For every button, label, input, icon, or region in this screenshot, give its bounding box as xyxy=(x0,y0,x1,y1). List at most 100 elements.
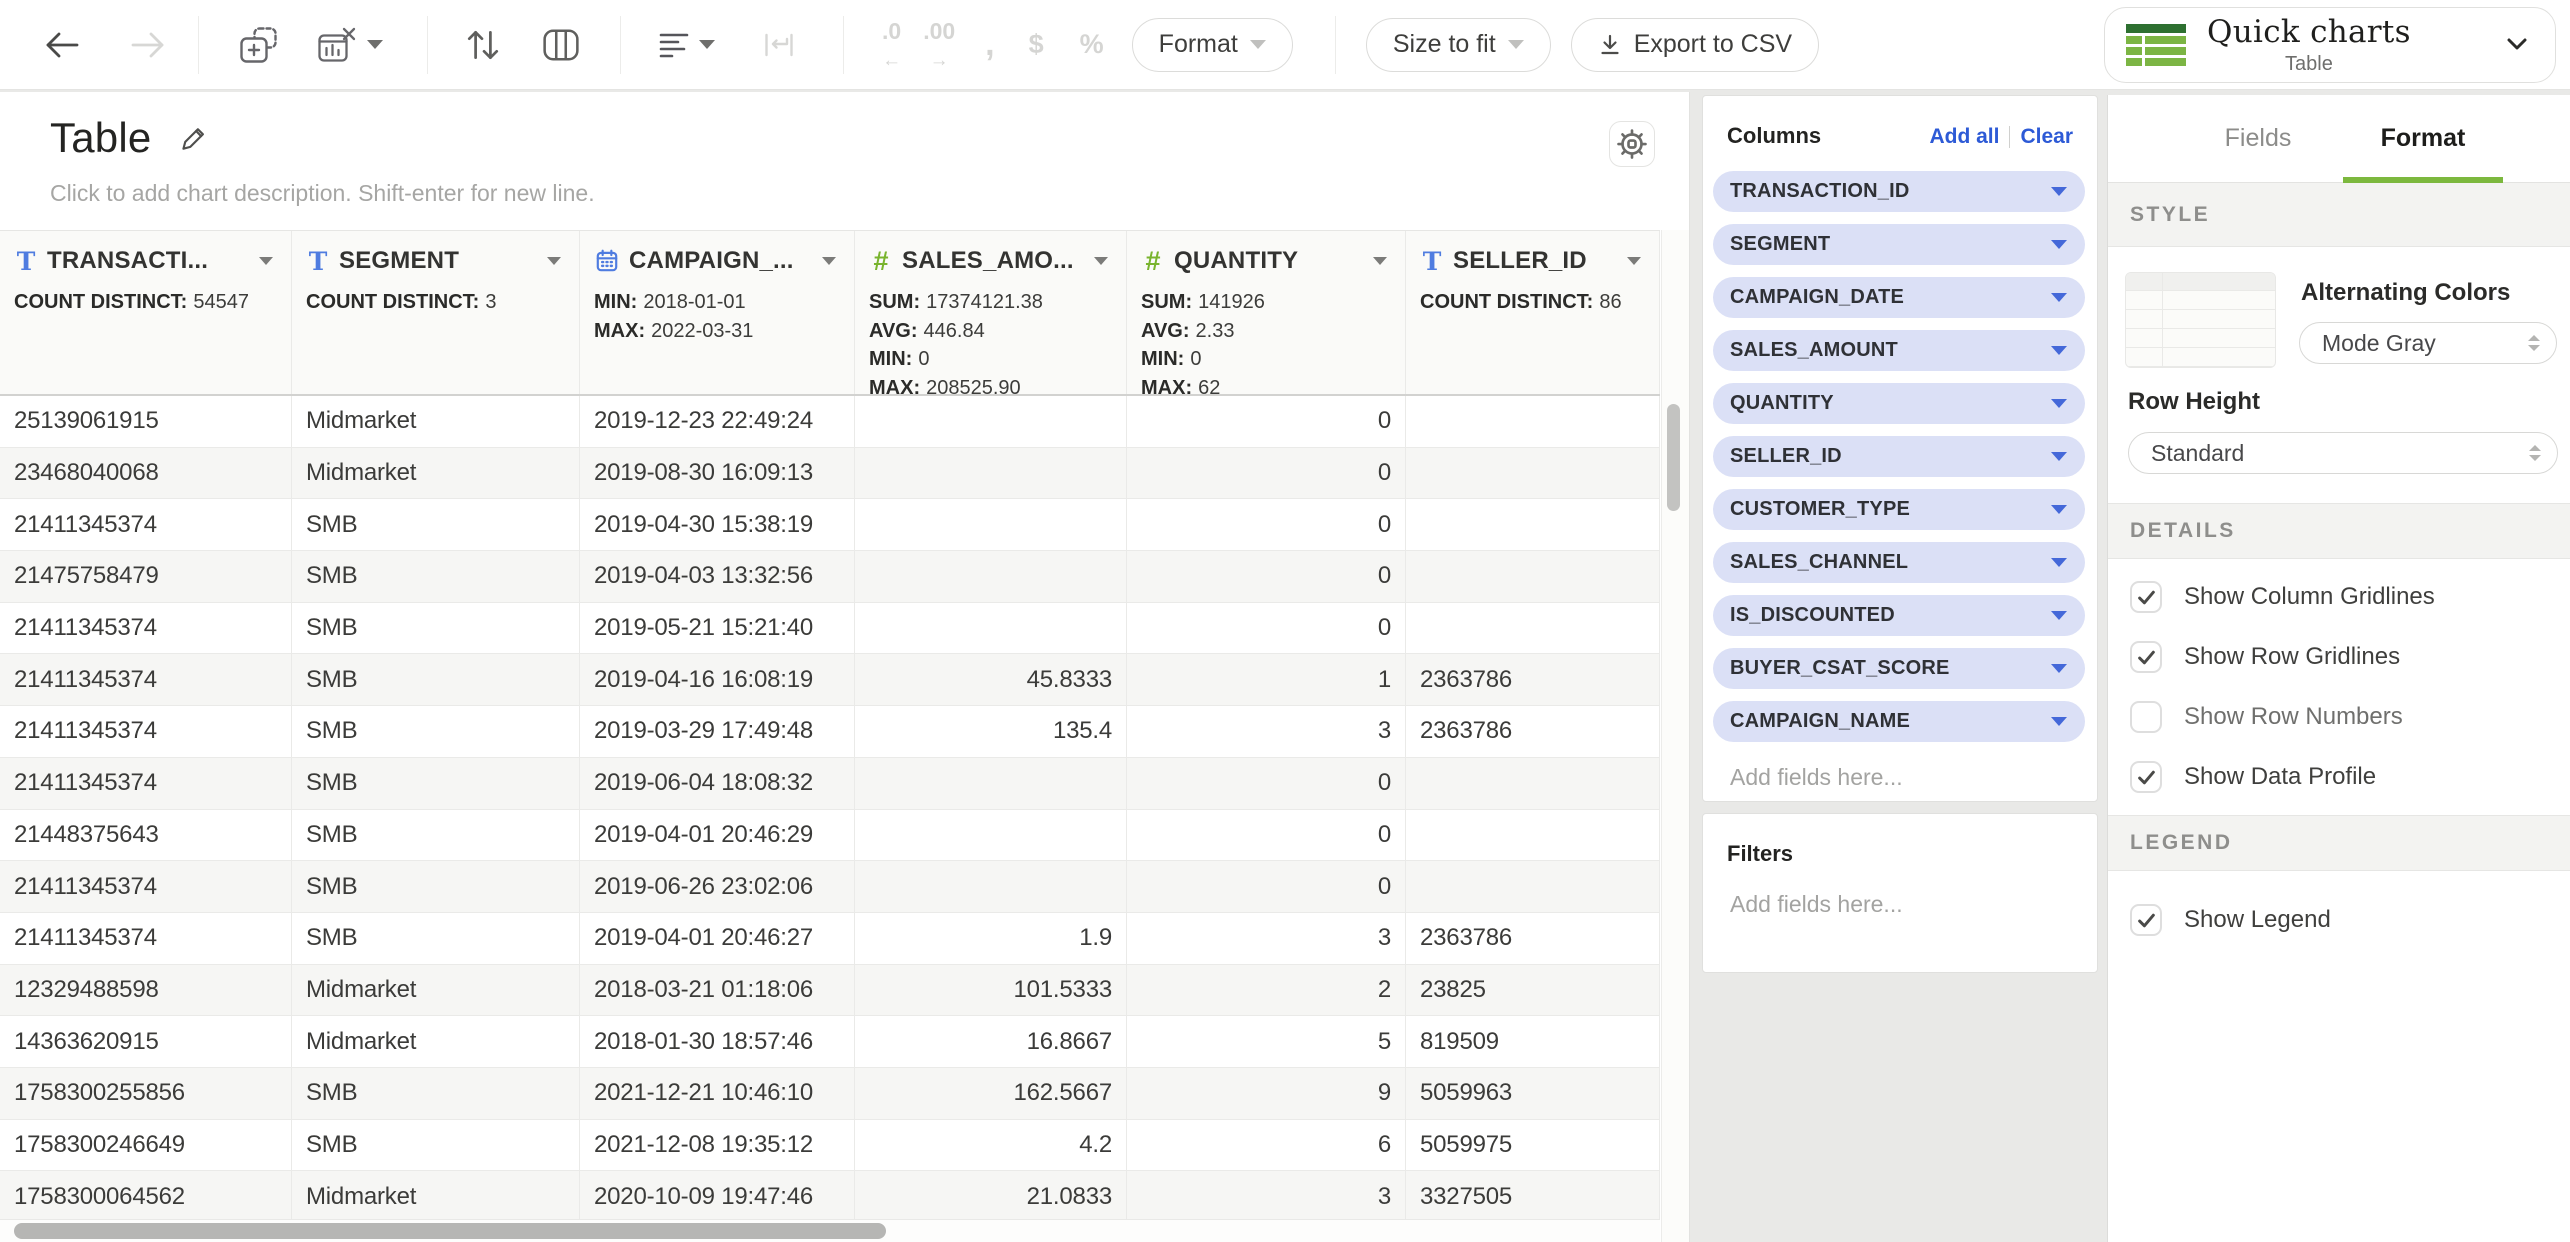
forward-button[interactable] xyxy=(130,31,166,59)
delete-chart-button[interactable] xyxy=(317,26,383,64)
export-csv-button[interactable]: Export to CSV xyxy=(1571,18,1819,72)
percent-format-button[interactable]: % xyxy=(1080,29,1104,60)
column-menu-caret-icon[interactable] xyxy=(1627,257,1641,265)
text-align-button[interactable] xyxy=(659,29,715,61)
table-row[interactable]: 21411345374SMB2019-04-30 15:38:190 xyxy=(0,499,1660,551)
format-panel-tabs: Fields Format xyxy=(2108,95,2570,183)
columns-add-fields-placeholder[interactable]: Add fields here... xyxy=(1703,754,2097,791)
table-row[interactable]: 21411345374SMB2019-03-29 17:49:48135.432… xyxy=(0,706,1660,758)
alternating-colors-value: Mode Gray xyxy=(2322,330,2436,357)
table-row[interactable]: 1758300255856SMB2021-12-21 10:46:10162.5… xyxy=(0,1068,1660,1120)
table-row[interactable]: 14363620915Midmarket2018-01-30 18:57:461… xyxy=(0,1016,1660,1068)
table-row[interactable]: 23468040068Midmarket2019-08-30 16:09:130 xyxy=(0,448,1660,500)
chart-type-switcher[interactable]: Quick charts Table xyxy=(2104,7,2556,83)
column-menu-caret-icon[interactable] xyxy=(1094,257,1108,265)
text-wrap-button[interactable] xyxy=(763,30,795,60)
field-pill[interactable]: CAMPAIGN_NAME xyxy=(1713,701,2085,742)
table-row[interactable]: 21411345374SMB2019-04-01 20:46:271.93236… xyxy=(0,913,1660,965)
duplicate-chart-button[interactable] xyxy=(239,26,279,64)
edit-title-pencil-icon[interactable] xyxy=(177,123,207,153)
stat-value: 141926 xyxy=(1198,291,1265,313)
field-pill[interactable]: SALES_AMOUNT xyxy=(1713,330,2085,371)
chevron-down-icon[interactable] xyxy=(2051,187,2067,196)
checkbox-checked[interactable] xyxy=(2130,581,2162,613)
field-pill[interactable]: SEGMENT xyxy=(1713,224,2085,265)
table-cell: Midmarket xyxy=(292,965,580,1017)
tab-fields[interactable]: Fields xyxy=(2183,95,2333,183)
chevron-down-icon[interactable] xyxy=(2051,611,2067,620)
table-row[interactable]: 21411345374SMB2019-06-04 18:08:320 xyxy=(0,758,1660,810)
column-menu-caret-icon[interactable] xyxy=(1373,257,1387,265)
column-menu-caret-icon[interactable] xyxy=(822,257,836,265)
chevron-down-icon[interactable] xyxy=(2051,240,2067,249)
size-to-fit-button[interactable]: Size to fit xyxy=(1366,18,1551,72)
chevron-down-icon[interactable] xyxy=(2051,452,2067,461)
table-row[interactable]: 21411345374SMB2019-06-26 23:02:060 xyxy=(0,861,1660,913)
field-pill[interactable]: SELLER_ID xyxy=(1713,436,2085,477)
table-cell: 21411345374 xyxy=(0,861,292,913)
field-pill[interactable]: TRANSACTION_ID xyxy=(1713,171,2085,212)
stat-value: 0 xyxy=(918,348,929,370)
column-header[interactable]: TSEGMENTCOUNT DISTINCT:3 xyxy=(292,231,580,394)
chart-description-placeholder[interactable]: Click to add chart description. Shift-en… xyxy=(0,162,1689,207)
horizontal-scrollbar-thumb[interactable] xyxy=(14,1223,886,1239)
chevron-down-icon[interactable] xyxy=(2051,346,2067,355)
checkbox-checked[interactable] xyxy=(2130,641,2162,673)
table-row[interactable]: 1758300246649SMB2021-12-08 19:35:124.265… xyxy=(0,1120,1660,1172)
column-header[interactable]: #SALES_AMO...SUM:17374121.38AVG:446.84MI… xyxy=(855,231,1127,394)
horizontal-scrollbar[interactable] xyxy=(0,1219,1660,1242)
chevron-down-icon[interactable] xyxy=(2051,505,2067,514)
field-pill[interactable]: IS_DISCOUNTED xyxy=(1713,595,2085,636)
back-button[interactable] xyxy=(44,31,80,59)
vertical-scrollbar[interactable] xyxy=(1661,230,1689,1242)
thousands-separator-button[interactable]: , xyxy=(985,34,994,54)
increase-decimal-button[interactable]: .00 → xyxy=(923,20,955,70)
details-options: Show Column GridlinesShow Row GridlinesS… xyxy=(2130,581,2560,821)
table-row[interactable]: 12329488598Midmarket2018-03-21 01:18:061… xyxy=(0,965,1660,1017)
chevron-down-icon[interactable] xyxy=(2051,664,2067,673)
checkbox-unchecked[interactable] xyxy=(2130,701,2162,733)
chevron-down-icon[interactable] xyxy=(2051,717,2067,726)
checkbox-checked[interactable] xyxy=(2130,904,2162,936)
alternating-colors-select[interactable]: Mode Gray xyxy=(2299,322,2557,364)
chart-settings-button[interactable] xyxy=(1609,121,1655,167)
vertical-scrollbar-thumb[interactable] xyxy=(1667,404,1680,511)
column-menu-caret-icon[interactable] xyxy=(547,257,561,265)
column-menu-caret-icon[interactable] xyxy=(259,257,273,265)
chevron-down-icon[interactable] xyxy=(2051,293,2067,302)
field-pill[interactable]: BUYER_CSAT_SCORE xyxy=(1713,648,2085,689)
table-row[interactable]: 25139061915Midmarket2019-12-23 22:49:240 xyxy=(0,396,1660,448)
column-header[interactable]: #QUANTITYSUM:141926AVG:2.33MIN:0MAX:62 xyxy=(1127,231,1406,394)
table-row[interactable]: 21411345374SMB2019-05-21 15:21:400 xyxy=(0,603,1660,655)
field-pill[interactable]: CAMPAIGN_DATE xyxy=(1713,277,2085,318)
add-all-link[interactable]: Add all xyxy=(1929,125,1999,149)
column-header-label: CAMPAIGN_... xyxy=(629,247,794,275)
table-columns-button[interactable] xyxy=(542,28,580,62)
table-row[interactable]: 21411345374SMB2019-04-16 16:08:1945.8333… xyxy=(0,654,1660,706)
table-row[interactable]: 1758300064562Midmarket2020-10-09 19:47:4… xyxy=(0,1171,1660,1223)
chart-title[interactable]: Table xyxy=(50,114,151,162)
sort-icon xyxy=(464,27,502,63)
row-height-select[interactable]: Standard xyxy=(2128,432,2558,474)
clear-link[interactable]: Clear xyxy=(2020,125,2073,149)
column-header[interactable]: TSELLER_IDCOUNT DISTINCT:86 xyxy=(1406,231,1660,394)
table-cell: 2363786 xyxy=(1406,706,1660,758)
field-pill[interactable]: QUANTITY xyxy=(1713,383,2085,424)
field-pill[interactable]: SALES_CHANNEL xyxy=(1713,542,2085,583)
tab-format[interactable]: Format xyxy=(2348,95,2498,183)
sort-button[interactable] xyxy=(464,27,502,63)
table-row[interactable]: 21448375643SMB2019-04-01 20:46:290 xyxy=(0,810,1660,862)
format-menu-button[interactable]: Format xyxy=(1132,18,1293,72)
chevron-down-icon[interactable] xyxy=(2051,558,2067,567)
field-pill[interactable]: CUSTOMER_TYPE xyxy=(1713,489,2085,530)
column-header[interactable]: CAMPAIGN_...MIN:2018-01-01MAX:2022-03-31 xyxy=(580,231,855,394)
currency-format-button[interactable]: $ xyxy=(1029,29,1044,60)
table-row[interactable]: 21475758479SMB2019-04-03 13:32:560 xyxy=(0,551,1660,603)
column-data-profile: COUNT DISTINCT:86 xyxy=(1420,288,1645,317)
checkbox-checked[interactable] xyxy=(2130,761,2162,793)
table-cell xyxy=(1406,499,1660,551)
decrease-decimal-button[interactable]: .0 ← xyxy=(882,20,901,70)
filters-add-fields-placeholder[interactable]: Add fields here... xyxy=(1703,867,2097,918)
column-header[interactable]: TTRANSACTI...COUNT DISTINCT:54547 xyxy=(0,231,292,394)
chevron-down-icon[interactable] xyxy=(2051,399,2067,408)
